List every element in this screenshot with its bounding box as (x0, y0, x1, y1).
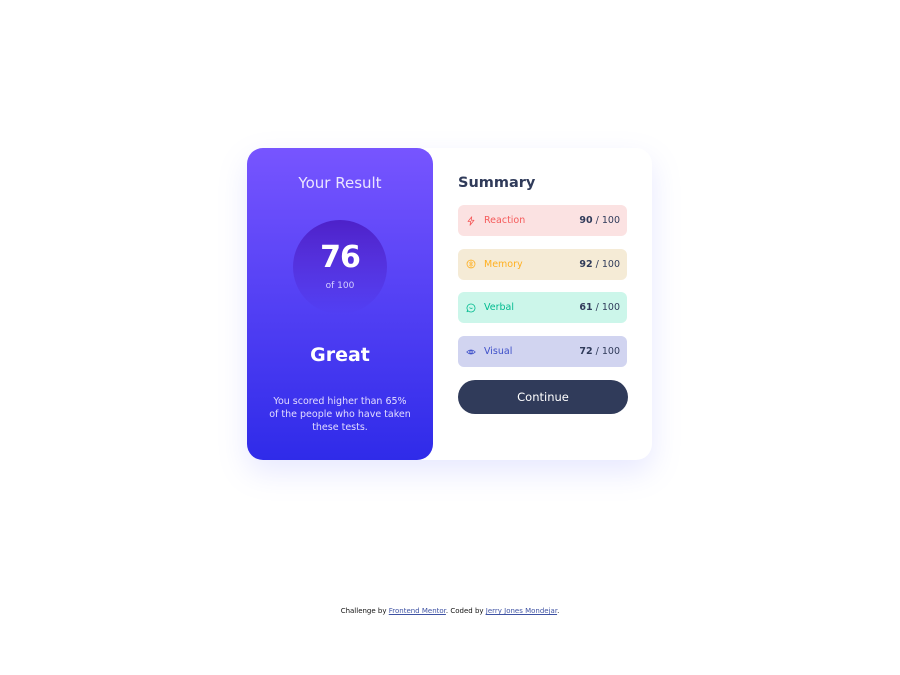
summary-row-max: 100 (601, 258, 620, 270)
summary-list: Reaction 90 / 100 Memory 92 / 100 Verbal… (458, 205, 627, 368)
score-circle: 76 of 100 (293, 220, 387, 314)
summary-row-label: Verbal (484, 302, 515, 314)
result-title: Your Result (298, 174, 382, 192)
attribution-prefix: Challenge by (340, 607, 389, 615)
result-description: You scored higher than 65% of the people… (269, 396, 411, 433)
score-of-label: of 100 (325, 281, 355, 291)
summary-row-separator: / (595, 302, 599, 314)
summary-row-label: Memory (484, 258, 523, 270)
summary-row-label: Visual (484, 346, 513, 358)
summary-row-max: 100 (601, 215, 620, 226)
summary-panel: Summary Reaction 90 / 100 Memory 92 / 10… (433, 148, 652, 460)
summary-row-value: 92 (579, 258, 593, 270)
summary-row-max: 100 (601, 346, 620, 358)
attribution: Challenge by Frontend Mentor. Coded by J… (0, 607, 900, 615)
summary-row-verbal: Verbal 61 / 100 (458, 292, 627, 324)
results-card: Your Result 76 of 100 Great You scored h… (247, 148, 652, 460)
result-panel: Your Result 76 of 100 Great You scored h… (247, 148, 433, 460)
brain-icon (466, 259, 476, 269)
attribution-middle: . Coded by (445, 607, 486, 615)
score-value: 76 (320, 240, 361, 275)
page: Your Result 76 of 100 Great You scored h… (0, 0, 900, 675)
continue-button[interactable]: Continue (458, 380, 628, 414)
summary-row-max: 100 (601, 302, 620, 314)
summary-row-value: 61 (579, 302, 593, 314)
grade-label: Great (310, 344, 370, 366)
summary-row-label: Reaction (484, 215, 526, 226)
attribution-suffix: . (557, 607, 560, 615)
summary-row-value: 72 (579, 346, 593, 358)
author-link[interactable]: Jerry Jones Mondejar (486, 607, 557, 615)
summary-title: Summary (458, 175, 536, 191)
summary-row-value: 90 (579, 215, 593, 226)
summary-row-separator: / (595, 258, 599, 270)
summary-row-reaction: Reaction 90 / 100 (458, 205, 627, 236)
summary-row-visual: Visual 72 / 100 (458, 336, 627, 368)
frontend-mentor-link[interactable]: Frontend Mentor (389, 607, 446, 615)
summary-row-separator: / (595, 215, 599, 226)
summary-row-memory: Memory 92 / 100 (458, 248, 627, 280)
chat-icon (466, 303, 476, 313)
lightning-icon (466, 215, 476, 226)
summary-row-separator: / (595, 346, 599, 358)
eye-icon (466, 347, 476, 357)
